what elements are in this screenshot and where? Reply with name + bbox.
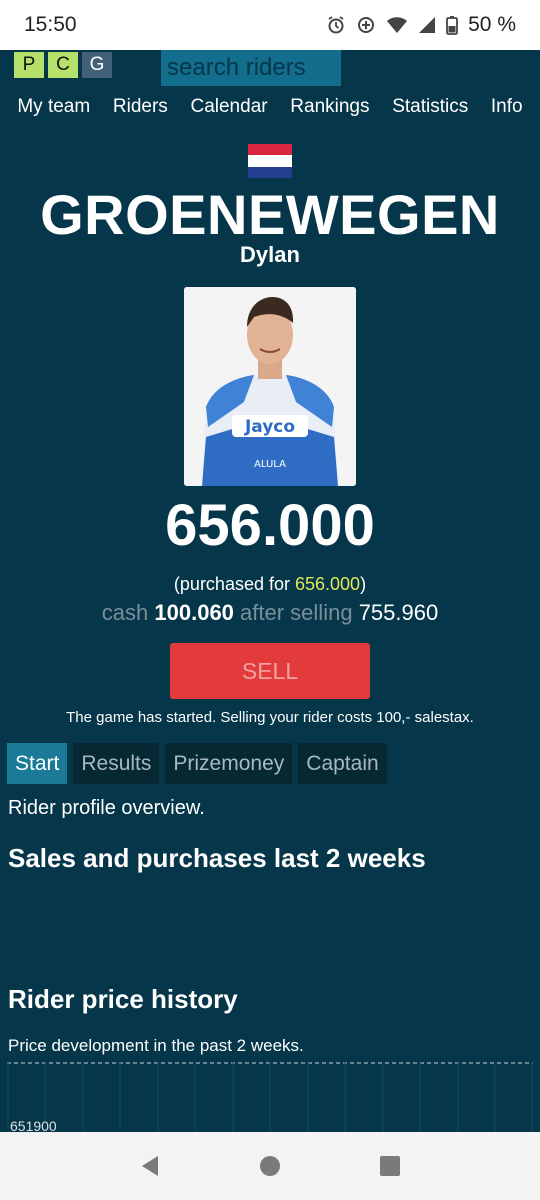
home-icon[interactable] [258,1154,282,1178]
top-bar: P C G [0,50,540,90]
nav-riders[interactable]: Riders [113,96,168,128]
sales-heading: Sales and purchases last 2 weeks [8,843,426,873]
svg-text:ALULA: ALULA [254,459,286,470]
nav-rankings[interactable]: Rankings [290,96,369,128]
tab-captain[interactable]: Captain [298,743,387,784]
rider-surname: GROENEWEGEN [40,183,500,246]
rider-price: 656.000 [165,493,375,558]
nav-calendar[interactable]: Calendar [190,96,267,128]
status-bar: 15:50 50 % [0,0,540,50]
after-selling-amount: 755.960 [358,600,439,625]
logo-letter-p: P [14,52,44,78]
status-icons: 50 % [326,13,516,37]
tab-prizemoney[interactable]: Prizemoney [165,743,293,784]
purchase-prefix: (purchased for [173,574,295,594]
logo-letter-g: G [82,52,112,78]
tab-start[interactable]: Start [7,743,68,784]
rider-tabs: Start Results Prizemoney Captain [7,743,387,784]
tab-results[interactable]: Results [73,743,160,784]
cash-amount: 100.060 [154,600,234,625]
nav-my-team[interactable]: My team [17,96,90,128]
nav-statistics[interactable]: Statistics [392,96,468,128]
alarm-icon [328,16,344,34]
rider-firstname: Dylan [240,242,300,267]
nav-info[interactable]: Info [491,96,523,128]
back-icon[interactable] [138,1154,162,1178]
price-history-chart [7,1062,533,1132]
rider-photo: Jayco ALULA [184,287,356,486]
sell-button[interactable]: SELL [170,643,370,699]
battery-text: 50 % [468,13,516,36]
battery-icon [446,16,459,35]
sales-tax-notice: The game has started. Selling your rider… [66,709,474,726]
svg-text:Jayco: Jayco [244,417,295,437]
price-history-heading: Rider price history [8,984,238,1014]
search-input[interactable] [161,50,341,86]
pcg-logo[interactable]: P C G [14,52,112,78]
price-history-text: Price development in the past 2 weeks. [8,1036,304,1055]
netherlands-flag-icon [248,144,292,178]
main-nav: My team Riders Calendar Rankings Statist… [0,96,540,128]
data-saver-icon [358,17,375,33]
status-time: 15:50 [24,13,77,36]
wifi-icon [387,17,408,33]
system-nav-bar [0,1132,540,1200]
purchase-suffix: ) [360,574,367,594]
purchase-amount: 656.000 [294,574,361,594]
purchase-info: (purchased for 656.000) [0,574,540,595]
profile-overview-text: Rider profile overview. [8,797,205,819]
after-selling-label: after selling [240,600,353,625]
recents-icon[interactable] [378,1154,402,1178]
cash-info: cash 100.060 after selling 755.960 [0,600,540,626]
cash-label: cash [101,600,149,625]
cell-signal-icon [419,17,436,33]
logo-letter-c: C [48,52,78,78]
